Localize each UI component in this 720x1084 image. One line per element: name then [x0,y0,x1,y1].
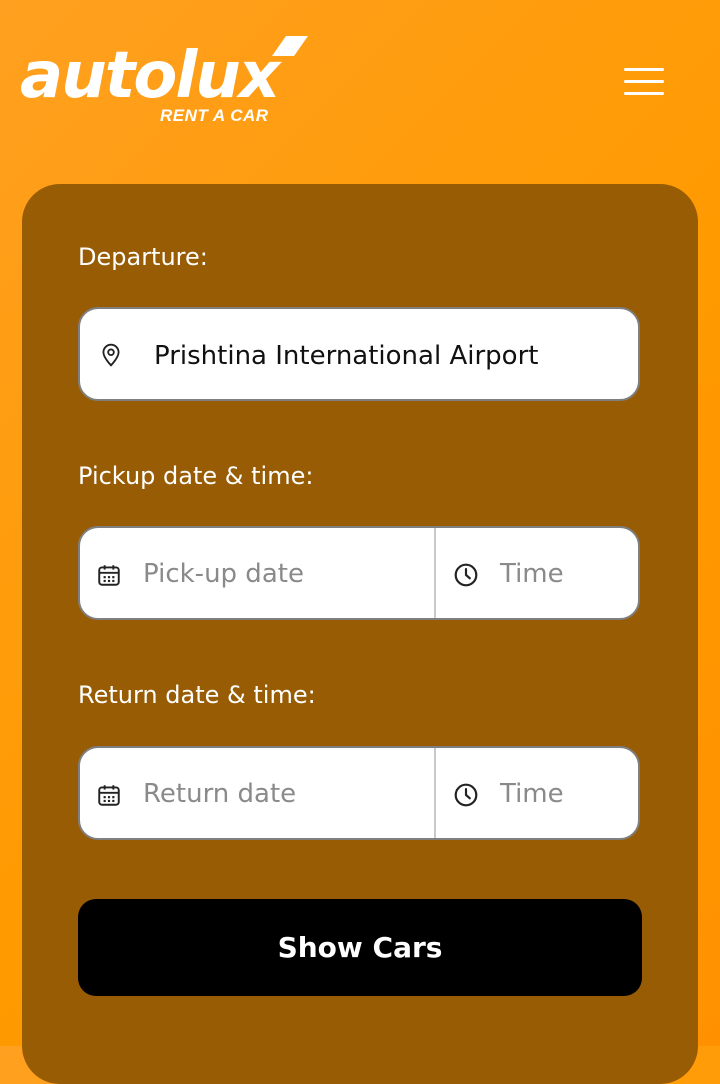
clock-icon [454,783,478,807]
autolux-logo[interactable]: autolux RENT A CAR [20,36,308,132]
hamburger-menu-bar [624,80,664,83]
return-label: Return date & time: [78,681,316,709]
hamburger-menu-bar [624,92,664,95]
pickup-time-input[interactable]: Time [500,559,564,589]
show-cars-button[interactable]: Show Cars [78,899,642,996]
pickup-label: Pickup date & time: [78,462,314,490]
calendar-icon [98,785,120,806]
site-header: autolux RENT A CAR [0,0,720,150]
return-time-input[interactable]: Time [500,779,564,809]
hamburger-menu-icon [624,68,664,71]
field-divider [434,528,436,618]
pickup-datetime-field: Pick-up date Time [78,526,640,620]
field-divider [434,748,436,838]
departure-location-value: Prishtina International Airport [154,341,539,371]
logo-wordmark: autolux [20,39,280,113]
logo-tagline: RENT A CAR [160,106,269,125]
return-date-input[interactable]: Return date [143,779,296,809]
logo-accent-slash [272,36,308,56]
pickup-date-input[interactable]: Pick-up date [143,559,304,589]
return-datetime-field: Return date Time [78,746,640,840]
booking-card: Departure: Prishtina International Airpo… [22,184,698,1084]
calendar-icon [98,565,120,586]
departure-location-field[interactable]: Prishtina International Airport [78,307,640,401]
clock-icon [454,563,478,587]
departure-label: Departure: [78,243,208,271]
hamburger-menu-button[interactable] [614,60,674,102]
location-pin-icon [102,343,120,367]
